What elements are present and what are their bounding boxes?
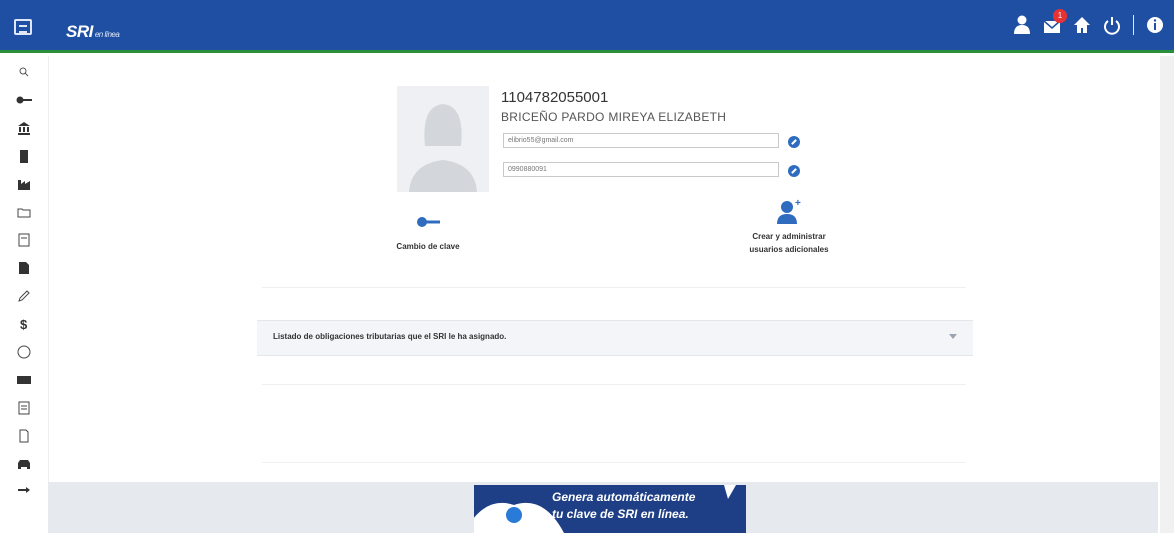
edit-phone-icon[interactable] xyxy=(788,165,800,177)
scrollbar[interactable] xyxy=(1160,56,1174,533)
phone-field[interactable]: 0990880091 xyxy=(503,162,779,177)
additional-users-label-1: Crear y administrar xyxy=(752,232,826,241)
search-icon[interactable] xyxy=(14,62,34,82)
additional-users-button[interactable]: + Crear y administrar usuarios adicional… xyxy=(724,198,854,256)
divider xyxy=(262,462,966,463)
key-icon[interactable] xyxy=(14,90,34,110)
separator xyxy=(1133,15,1134,35)
change-password-button[interactable]: Cambio de clave xyxy=(368,216,488,251)
chevron-down-icon xyxy=(949,334,957,339)
info-icon[interactable] xyxy=(1146,15,1164,35)
money-icon[interactable] xyxy=(14,370,34,390)
building-icon[interactable] xyxy=(14,146,34,166)
bank-icon[interactable] xyxy=(14,118,34,138)
edit-email-icon[interactable] xyxy=(788,136,800,148)
power-icon[interactable] xyxy=(1103,15,1121,35)
car-icon[interactable] xyxy=(14,454,34,474)
key-icon xyxy=(416,216,440,228)
svg-text:$: $ xyxy=(20,317,28,331)
sidebar: $ xyxy=(0,56,49,533)
pencil-icon[interactable] xyxy=(14,286,34,306)
email-field[interactable]: elibrio55@gmail.com xyxy=(503,133,779,148)
obligations-accordion[interactable]: Listado de obligaciones tributarias que … xyxy=(257,320,973,356)
document-icon[interactable] xyxy=(14,258,34,278)
sri-logo[interactable]: SRI en línea xyxy=(66,22,120,42)
obligations-title: Listado de obligaciones tributarias que … xyxy=(273,332,507,341)
dollar-icon[interactable]: $ xyxy=(14,314,34,334)
main-content: 1104782055001 BRICEÑO PARDO MIREYA ELIZA… xyxy=(48,56,1158,533)
file-icon[interactable] xyxy=(14,426,34,446)
logout-icon[interactable] xyxy=(14,480,34,500)
add-user-icon: + xyxy=(775,198,803,224)
taxpayer-name: BRICEÑO PARDO MIREYA ELIZABETH xyxy=(501,110,727,124)
factory-icon[interactable] xyxy=(14,174,34,194)
menu-toggle-icon[interactable] xyxy=(14,19,32,35)
footer: Genera automáticamente tu clave de SRI e… xyxy=(48,482,1158,533)
additional-users-label-2: usuarios adicionales xyxy=(749,245,829,254)
archive-icon[interactable] xyxy=(14,398,34,418)
profile-avatar xyxy=(397,86,489,192)
top-navbar: SRI en línea 1 xyxy=(0,0,1174,53)
ruc-number: 1104782055001 xyxy=(501,89,609,106)
notification-badge: 1 xyxy=(1053,9,1067,23)
home-icon[interactable] xyxy=(1073,15,1091,35)
calculator-icon[interactable] xyxy=(14,230,34,250)
promo-banner[interactable]: Genera automáticamente tu clave de SRI e… xyxy=(474,485,746,533)
divider xyxy=(262,287,966,288)
divider xyxy=(262,384,966,385)
mail-icon[interactable]: 1 xyxy=(1043,9,1067,35)
change-password-label: Cambio de clave xyxy=(396,242,460,251)
banner-text: Genera automáticamente tu clave de SRI e… xyxy=(552,490,696,521)
svg-text:+: + xyxy=(795,198,801,209)
folder-icon[interactable] xyxy=(14,202,34,222)
coin-icon[interactable] xyxy=(14,342,34,362)
user-icon[interactable] xyxy=(1013,15,1031,35)
